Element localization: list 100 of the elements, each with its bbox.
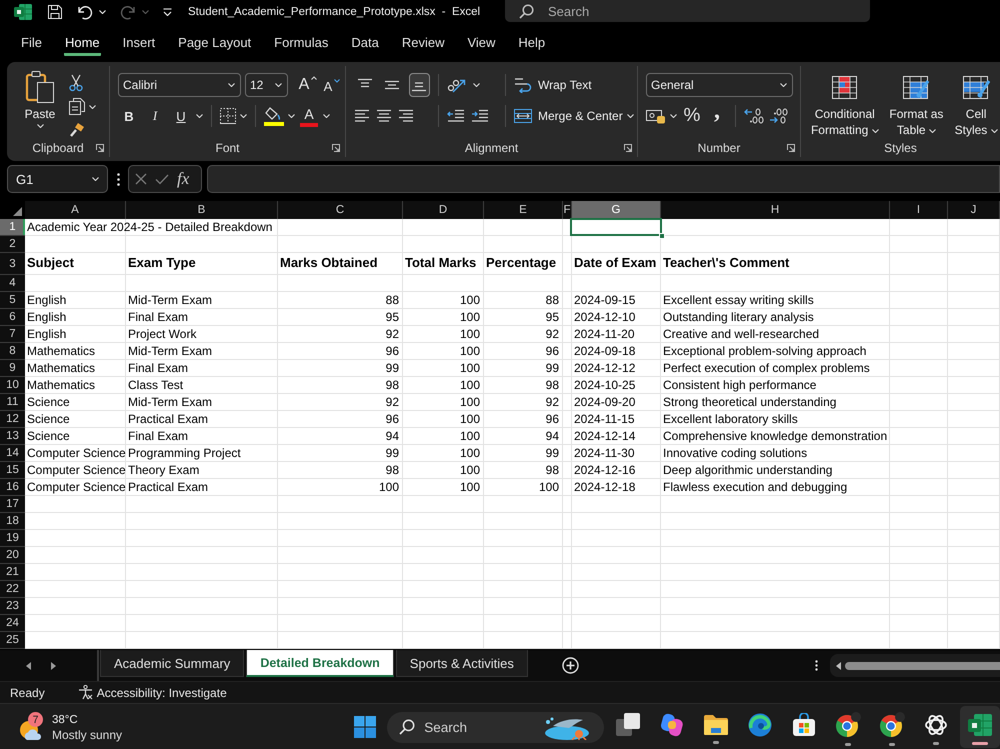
scrollbar-thumb[interactable] [845, 662, 1000, 670]
menu-tab[interactable]: View [466, 30, 496, 56]
row-header[interactable]: 23 [0, 598, 25, 615]
font-color-button[interactable]: A [299, 104, 319, 128]
insert-function-button[interactable]: fx [177, 169, 190, 189]
column-header[interactable]: F [563, 201, 572, 219]
column-header[interactable]: A [25, 201, 126, 219]
row-header[interactable]: 17 [0, 496, 25, 513]
bold-button[interactable]: B [118, 105, 140, 127]
search-bar[interactable]: Search [505, 0, 870, 22]
caret-right-icon[interactable] [51, 662, 56, 670]
dialog-launcher-icon[interactable] [787, 144, 795, 152]
taskbar-button[interactable] [960, 706, 1000, 748]
select-all-icon[interactable] [13, 207, 22, 216]
column-header[interactable]: C [278, 201, 403, 219]
row-header[interactable]: 7 [0, 326, 25, 343]
merge-center-button[interactable]: Merge & Center [514, 104, 623, 128]
name-box[interactable]: G1 [7, 165, 108, 193]
row-header[interactable]: 20 [0, 547, 25, 564]
brush-icon[interactable] [69, 121, 87, 137]
decrease-indent-icon[interactable] [447, 109, 465, 123]
row-header[interactable]: 13 [0, 428, 25, 445]
table-styles-button[interactable]: Format as Table [886, 71, 946, 139]
dialog-launcher-icon[interactable] [332, 144, 340, 152]
borders-icon[interactable] [220, 108, 236, 124]
row-header[interactable]: 9 [0, 360, 25, 377]
dialog-launcher-icon[interactable] [624, 144, 632, 152]
column-header[interactable]: G [572, 201, 661, 219]
row-header[interactable]: 4 [0, 275, 25, 292]
search-input[interactable]: Search [548, 4, 698, 18]
row-header[interactable]: 22 [0, 581, 25, 598]
column-header[interactable]: E [484, 201, 563, 219]
percent-button[interactable]: % [681, 105, 703, 127]
align-right-icon[interactable] [398, 109, 414, 123]
comma-style-button[interactable]: , [707, 105, 727, 127]
italic-button[interactable]: I [144, 105, 166, 127]
align-left-icon[interactable] [354, 109, 370, 123]
currency-icon[interactable] [646, 108, 666, 124]
check-icon[interactable] [155, 174, 169, 184]
font-size-dropdown[interactable]: 12 [245, 73, 288, 97]
save-icon[interactable] [47, 4, 63, 20]
menu-tab[interactable]: Insert [122, 30, 156, 56]
cell-styles-button[interactable]: Cell Styles [952, 71, 1000, 139]
row-header[interactable]: 1 [0, 219, 25, 236]
menu-tab[interactable]: Page Layout [177, 30, 252, 56]
more-options-icon[interactable] [815, 660, 818, 671]
more-options-icon[interactable] [117, 172, 120, 186]
scroll-left-icon[interactable] [836, 662, 841, 670]
scissors-icon[interactable] [69, 74, 83, 92]
grow-font-button[interactable]: A [298, 74, 318, 96]
row-header[interactable]: 14 [0, 445, 25, 462]
increase-indent-icon[interactable] [471, 109, 489, 123]
row-header[interactable]: 12 [0, 411, 25, 428]
increase-decimal-icon[interactable] [744, 108, 764, 124]
tiles-icon[interactable] [354, 716, 376, 738]
font-name-dropdown[interactable]: Calibri [118, 73, 241, 97]
text-angle-icon[interactable] [447, 77, 467, 93]
column-header[interactable]: H [661, 201, 890, 219]
menu-tab[interactable]: Review [400, 30, 446, 56]
column-header[interactable]: B [126, 201, 278, 219]
customize-icon[interactable] [163, 8, 172, 16]
search-icon[interactable] [399, 719, 416, 735]
row-header[interactable]: 8 [0, 343, 25, 360]
wrap-text-button[interactable]: Wrap Text [514, 73, 592, 97]
underline-button[interactable]: U [170, 105, 192, 127]
paste-button[interactable]: Paste [17, 70, 63, 139]
row-header[interactable]: 2 [0, 236, 25, 253]
row-header[interactable]: 24 [0, 615, 25, 632]
undo-icon[interactable] [77, 4, 93, 20]
row-header[interactable]: 19 [0, 530, 25, 547]
row-header[interactable]: 25 [0, 632, 25, 649]
menu-tab[interactable]: Home [64, 30, 101, 56]
number-format-dropdown[interactable]: General [646, 73, 793, 97]
menu-tab[interactable]: File [20, 30, 43, 56]
row-header[interactable]: 21 [0, 564, 25, 581]
search-icon[interactable] [519, 4, 534, 18]
bottom-align-button[interactable] [408, 73, 430, 97]
scrollbar-track[interactable] [830, 654, 1000, 677]
copy-icon[interactable] [69, 98, 85, 115]
column-header[interactable]: J [948, 201, 1000, 219]
align-center-icon[interactable] [376, 109, 392, 123]
conditional-styles-button[interactable]: Conditional Formatting [809, 71, 881, 139]
cancel-icon[interactable] [135, 173, 147, 185]
row-header[interactable]: 18 [0, 513, 25, 530]
row-header[interactable]: 6 [0, 309, 25, 326]
accessibility-button[interactable]: Accessibility: Investigate [78, 685, 227, 700]
row-header[interactable]: 16 [0, 479, 25, 496]
menu-tab[interactable]: Formulas [273, 30, 330, 56]
column-header[interactable]: I [890, 201, 948, 219]
fill-bucket-icon[interactable] [264, 106, 284, 126]
row-header[interactable]: 10 [0, 377, 25, 394]
column-header[interactable]: D [403, 201, 484, 219]
decrease-decimal-icon[interactable] [768, 108, 788, 124]
sheet-tab[interactable]: Academic Summary [100, 650, 244, 677]
caret-left-icon[interactable] [26, 662, 31, 670]
dialog-launcher-icon[interactable] [96, 144, 104, 152]
fill-handle[interactable] [659, 233, 665, 239]
menu-tab[interactable]: Help [517, 30, 546, 56]
search-input[interactable]: Search [424, 720, 534, 734]
shrink-font-button[interactable]: A [322, 74, 342, 96]
